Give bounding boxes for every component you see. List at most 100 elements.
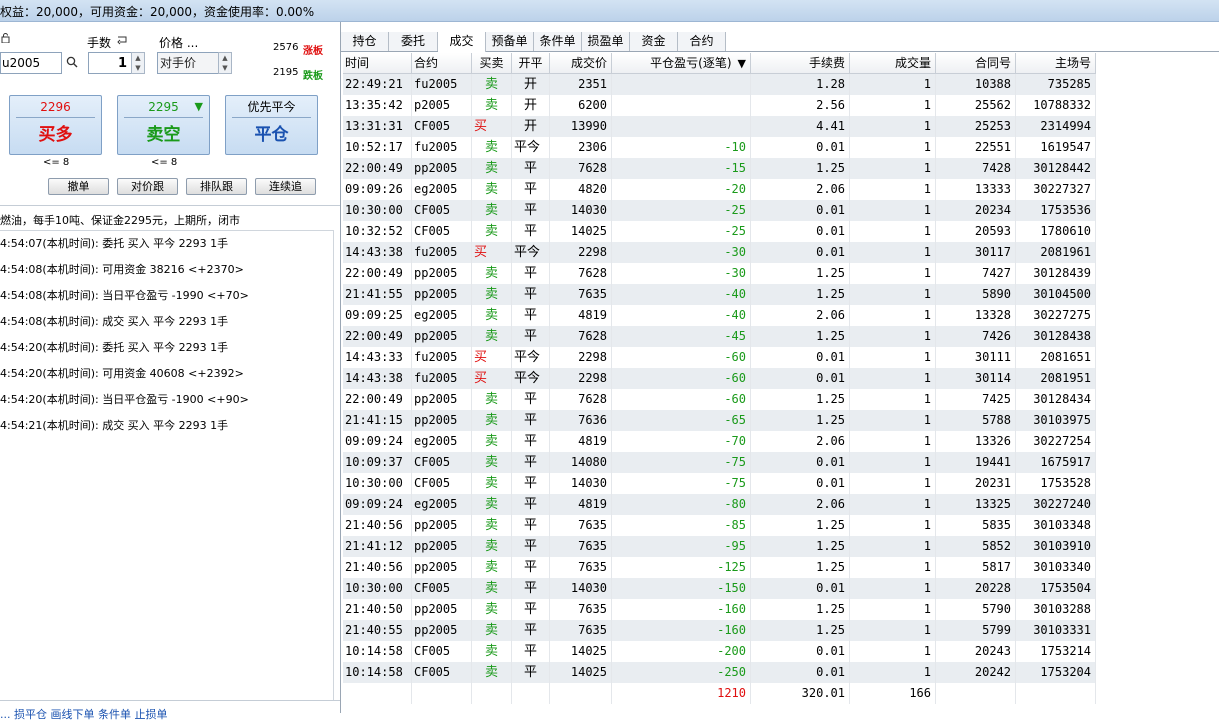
divider (0, 700, 340, 701)
table-row[interactable]: 10:30:00 CF005 卖平 14030 -25 0.01 1 20234 1753536 (343, 200, 1096, 221)
column-header-close-pnl[interactable]: 平仓盈亏(逐笔) ▼ (612, 53, 751, 74)
table-row[interactable]: 13:31:31 CF005 买开 13990 4.41 1 25253 2314994 (343, 116, 1096, 137)
lots-input[interactable]: 1 (88, 52, 132, 74)
cell-contract: CF005 (412, 641, 472, 662)
cell-side: 卖 (472, 263, 512, 284)
tab-preorders[interactable]: 预备单 (486, 32, 534, 51)
cell-contract: pp2005 (412, 410, 472, 431)
buy-long-button[interactable]: 2296 买多 (9, 95, 102, 155)
column-header-side[interactable]: 买卖 (472, 53, 512, 74)
search-icon[interactable] (66, 56, 78, 71)
table-row[interactable]: 10:52:17 fu2005 卖平今 2306 -10 0.01 1 22551 161954… (343, 137, 1096, 158)
cell-fee: 1.25 (751, 284, 850, 305)
price-label[interactable]: 价格 ... (159, 34, 198, 51)
tab-stoploss[interactable]: 损盈单 (582, 32, 630, 51)
column-header-open-close[interactable]: 开平 (512, 53, 550, 74)
continuous-chase-button[interactable]: 连续追 (255, 178, 316, 195)
counter-price-follow-button[interactable]: 对价跟 (117, 178, 178, 195)
cell-exchange-no: 2081961 (1016, 242, 1096, 263)
table-row[interactable]: 10:32:52 CF005 卖平 14025 -25 0.01 1 20593 1780610 (343, 221, 1096, 242)
cell-time: 21:40:56 (343, 557, 412, 578)
cell-contract-no: 13328 (936, 305, 1016, 326)
table-row[interactable]: 10:30:00 CF005 卖平 14030 -150 0.01 1 20228 175350… (343, 578, 1096, 599)
cell-contract: pp2005 (412, 515, 472, 536)
column-header-price[interactable]: 成交价 (550, 53, 612, 74)
cell-contract: pp2005 (412, 536, 472, 557)
table-row[interactable]: 14:43:38 fu2005 买平今 2298 -30 0.01 1 30117 208196… (343, 242, 1096, 263)
total-empty-cell (512, 683, 550, 704)
table-row[interactable]: 09:09:25 eg2005 卖平 4819 -40 2.06 1 13328 3022727… (343, 305, 1096, 326)
sell-short-button[interactable]: 2295 ▼ 卖空 (117, 95, 210, 155)
cell-contract-no: 5799 (936, 620, 1016, 641)
table-row[interactable]: 21:41:15 pp2005 卖平 7636 -65 1.25 1 5788 30103975 (343, 410, 1096, 431)
cell-contract-no: 13333 (936, 179, 1016, 200)
table-row[interactable]: 21:40:50 pp2005 卖平 7635 -160 1.25 1 5790 3010328… (343, 599, 1096, 620)
table-row[interactable]: 21:41:55 pp2005 卖平 7635 -40 1.25 1 5890 30104500 (343, 284, 1096, 305)
table-row[interactable]: 10:14:58 CF005 卖平 14025 -200 0.01 1 20243 175321… (343, 641, 1096, 662)
table-row[interactable]: 21:40:56 pp2005 卖平 7635 -125 1.25 1 5817 3010334… (343, 557, 1096, 578)
table-row[interactable]: 14:43:33 fu2005 买平今 2298 -60 0.01 1 30111 208165… (343, 347, 1096, 368)
log-line: 4:54:20(本机时间): 当日平仓盈亏 -1900 <+90> (0, 393, 249, 406)
table-row[interactable]: 22:00:49 pp2005 卖平 7628 -30 1.25 1 7427 30128439 (343, 263, 1096, 284)
table-row[interactable]: 22:00:49 pp2005 卖平 7628 -45 1.25 1 7426 30128438 (343, 326, 1096, 347)
bottom-links[interactable]: ... 损平仓 画线下单 条件单 止损单 (0, 706, 167, 722)
table-row[interactable]: 09:09:24 eg2005 卖平 4819 -70 2.06 1 13326 3022725… (343, 431, 1096, 452)
tab-positions[interactable]: 持仓 (341, 32, 389, 51)
symbol-input[interactable]: u2005 (0, 52, 62, 74)
cell-fee: 0.01 (751, 221, 850, 242)
column-header-label: 时间 (345, 56, 370, 70)
cell-side: 卖 (472, 431, 512, 452)
table-row[interactable]: 13:35:42 p2005 卖开 6200 2.56 1 25562 10788332 (343, 95, 1096, 116)
table-row[interactable]: 21:40:56 pp2005 卖平 7635 -85 1.25 1 5835 30103348 (343, 515, 1096, 536)
cell-volume: 1 (850, 221, 936, 242)
table-row[interactable]: 14:43:38 fu2005 买平今 2298 -60 0.01 1 30114 208195… (343, 368, 1096, 389)
cell-time: 21:41:12 (343, 536, 412, 557)
cell-time: 13:31:31 (343, 116, 412, 137)
cell-time: 10:14:58 (343, 662, 412, 683)
tab-funds[interactable]: 资金 (630, 32, 678, 51)
table-row[interactable]: 21:41:12 pp2005 卖平 7635 -95 1.25 1 5852 30103910 (343, 536, 1096, 557)
column-header-contract-no[interactable]: 合同号 (936, 53, 1016, 74)
table-row[interactable]: 21:40:55 pp2005 卖平 7635 -160 1.25 1 5799 3010333… (343, 620, 1096, 641)
tab-orders[interactable]: 委托 (389, 32, 438, 51)
column-header-contract[interactable]: 合约 (412, 53, 472, 74)
cell-fee: 1.25 (751, 326, 850, 347)
table-row[interactable]: 22:49:21 fu2005 卖开 2351 1.28 1 10388 735285 (343, 74, 1096, 95)
tab-conditional[interactable]: 条件单 (534, 32, 582, 51)
cell-time: 22:00:49 (343, 263, 412, 284)
cell-open-close: 平 (512, 578, 550, 599)
cell-contract: CF005 (412, 578, 472, 599)
lots-stepper[interactable]: ▲ ▼ (131, 52, 145, 74)
cancel-order-button[interactable]: 撤单 (48, 178, 109, 195)
price-stepper[interactable]: ▲ ▼ (218, 52, 232, 74)
table-row[interactable]: 10:09:37 CF005 卖平 14080 -75 0.01 1 19441 1675917 (343, 452, 1096, 473)
cell-exchange-no: 2081951 (1016, 368, 1096, 389)
tab-contracts[interactable]: 合约 (678, 32, 726, 51)
column-header-fee[interactable]: 手续费 (751, 53, 850, 74)
cell-price: 6200 (550, 95, 612, 116)
reset-icon[interactable] (116, 34, 128, 48)
table-row[interactable]: 09:09:24 eg2005 卖平 4819 -80 2.06 1 13325 3022724… (343, 494, 1096, 515)
close-position-button[interactable]: 优先平今 平仓 (225, 95, 318, 155)
cell-contract-no: 19441 (936, 452, 1016, 473)
lock-icon[interactable] (1, 33, 10, 46)
column-header-exchange-no[interactable]: 主场号 (1016, 53, 1096, 74)
dropdown-triangle-icon[interactable]: ▼ (195, 96, 203, 118)
cell-time: 09:09:24 (343, 431, 412, 452)
column-header-label: 主场号 (1054, 56, 1091, 70)
cell-contract-no: 25253 (936, 116, 1016, 137)
table-row[interactable]: 10:30:00 CF005 卖平 14030 -75 0.01 1 20231 1753528 (343, 473, 1096, 494)
cell-contract-no: 20593 (936, 221, 1016, 242)
cell-exchange-no: 30128434 (1016, 389, 1096, 410)
cell-fee: 1.25 (751, 557, 850, 578)
price-mode-select[interactable]: 对手价 (157, 52, 219, 74)
tab-trades[interactable]: 成交 (438, 32, 486, 52)
table-row[interactable]: 22:00:49 pp2005 卖平 7628 -15 1.25 1 7428 30128442 (343, 158, 1096, 179)
cell-close-pnl: -60 (612, 368, 751, 389)
table-row[interactable]: 10:14:58 CF005 卖平 14025 -250 0.01 1 20242 175320… (343, 662, 1096, 683)
queue-follow-button[interactable]: 排队跟 (186, 178, 247, 195)
table-row[interactable]: 22:00:49 pp2005 卖平 7628 -60 1.25 1 7425 30128434 (343, 389, 1096, 410)
column-header-volume[interactable]: 成交量 (850, 53, 936, 74)
table-row[interactable]: 09:09:26 eg2005 卖平 4820 -20 2.06 1 13333 3022732… (343, 179, 1096, 200)
column-header-time[interactable]: 时间 (343, 53, 412, 74)
